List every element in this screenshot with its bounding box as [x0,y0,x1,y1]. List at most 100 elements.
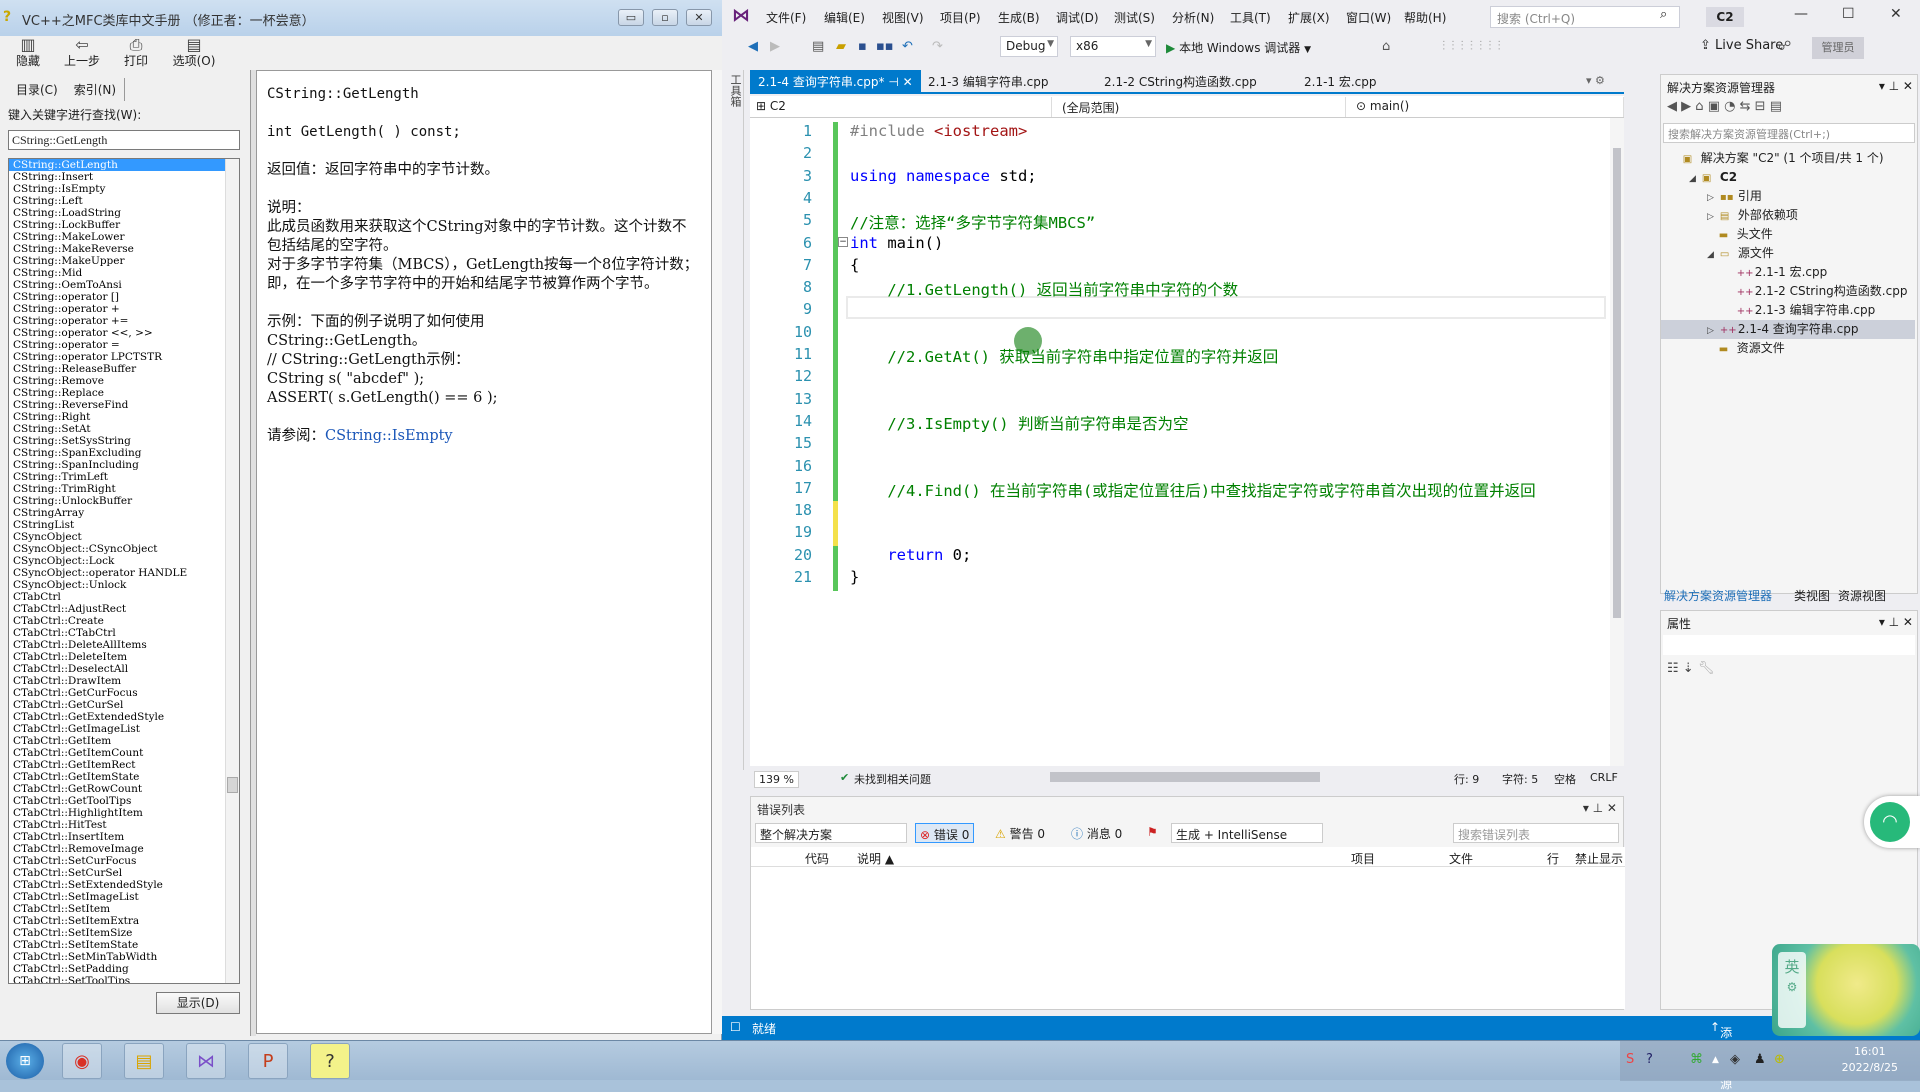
back-button[interactable]: ⇦ 上一步 [58,36,106,70]
index-list-item[interactable]: CTabCtrl::DrawItem [9,675,239,687]
tab-contents[interactable]: 目录(C) [8,78,66,101]
solution-tree-node[interactable]: ▬ 资源文件 [1707,339,1785,358]
redo-icon[interactable]: ↷ [932,39,943,54]
index-list-item[interactable]: CString::MakeLower [9,231,239,243]
document-tab[interactable]: 2.1-1 宏.cpp [1296,70,1385,92]
index-list-item[interactable]: CString::operator = [9,339,239,351]
solution-tree-node[interactable]: ++2.1-2 CString构造函数.cpp [1725,282,1908,301]
hide-button[interactable]: ▥ 隐藏 [4,36,52,70]
index-list-item[interactable]: CTabCtrl::GetImageList [9,723,239,735]
index-list-item[interactable]: CTabCtrl::AdjustRect [9,603,239,615]
menu-item[interactable]: 视图(V) [882,9,924,26]
index-list-item[interactable]: CTabCtrl::SetItemExtra [9,915,239,927]
code-line[interactable]: //4.Find() 在当前字符串(或指定位置往后)中查找指定字符或字符串首次出… [850,479,1535,501]
menu-item[interactable]: 文件(F) [766,9,806,26]
ime-widget[interactable]: 英 ⚙ [1772,944,1920,1036]
index-list-item[interactable]: CString::SpanIncluding [9,459,239,471]
issues-status[interactable]: 未找到相关问题 [854,771,931,787]
index-list-item[interactable]: CTabCtrl::GetExtendedStyle [9,711,239,723]
index-list-item[interactable]: CSyncObject::CSyncObject [9,543,239,555]
expand-toggle-icon[interactable] [1707,231,1713,241]
index-list-item[interactable]: CTabCtrl::SetCurFocus [9,855,239,867]
keyword-input[interactable]: CString::GetLength [8,130,240,150]
pending-changes-icon[interactable]: ◔ [1724,99,1735,114]
index-list-item[interactable]: CString::TrimLeft [9,471,239,483]
panel-controls-icon[interactable]: ▾ ⊥ ✕ [1879,615,1913,629]
index-list-item[interactable]: CTabCtrl::RemoveImage [9,843,239,855]
index-list-item[interactable]: CString::operator + [9,303,239,315]
menu-item[interactable]: 分析(N) [1172,9,1214,26]
code-line[interactable]: { [850,256,859,274]
index-list-item[interactable]: CString::Remove [9,375,239,387]
tab-resource-view[interactable]: 资源视图 [1838,587,1886,604]
index-list-item[interactable]: CString::Left [9,195,239,207]
close-button[interactable]: ✕ [686,9,712,26]
index-list-item[interactable]: CTabCtrl::SetItemState [9,939,239,951]
index-list-item[interactable]: CString::SpanExcluding [9,447,239,459]
show-button[interactable]: 显示(D) [156,992,240,1014]
code-line[interactable]: int main() [850,234,943,252]
index-list-item[interactable]: CTabCtrl::GetCurSel [9,699,239,711]
wifi-widget[interactable]: ◠ [1864,796,1920,848]
toolbox-side-tab[interactable]: 工具箱 [726,70,744,770]
solution-tree-node[interactable]: ++2.1-1 宏.cpp [1725,263,1828,282]
code-line[interactable]: using namespace std; [850,167,1037,185]
undo-icon[interactable]: ↶ [902,39,913,54]
menu-item[interactable]: 扩展(X) [1288,9,1330,26]
see-also-link[interactable]: CString::IsEmpty [325,428,453,444]
index-list-item[interactable]: CString::operator [] [9,291,239,303]
index-list-item[interactable]: CString::LoadString [9,207,239,219]
index-list-item[interactable]: CString::ReleaseBuffer [9,363,239,375]
index-list-item[interactable]: CTabCtrl::GetRowCount [9,783,239,795]
index-list-item[interactable]: CTabCtrl::GetItemState [9,771,239,783]
index-list-item[interactable]: CString::ReverseFind [9,399,239,411]
new-item-icon[interactable]: ▤ [812,39,824,54]
index-list-item[interactable]: CTabCtrl::SetItemSize [9,927,239,939]
solution-tree-node[interactable]: ◢ ▭ 源文件 [1707,244,1774,263]
expand-toggle-icon[interactable]: ◢ [1707,250,1714,260]
index-list-item[interactable]: CTabCtrl::Create [9,615,239,627]
column-file[interactable]: 文件 [1449,850,1473,867]
messages-filter-button[interactable]: ⓘ 消息 0 [1067,823,1126,843]
solution-search-input[interactable]: 搜索解决方案资源管理器(Ctrl+;) [1663,123,1915,143]
index-list-item[interactable]: CTabCtrl [9,591,239,603]
index-list-item[interactable]: CTabCtrl::DeselectAll [9,663,239,675]
expand-toggle-icon[interactable] [1725,269,1731,279]
menu-item[interactable]: 项目(P) [940,9,981,26]
errors-filter-button[interactable]: ⊗ 错误 0 [915,823,975,843]
index-list-item[interactable]: CString::Insert [9,171,239,183]
switch-views-icon[interactable]: ▣ [1708,99,1720,114]
maximize-button[interactable]: ☐ [1842,6,1855,22]
menu-item[interactable]: 生成(B) [998,9,1040,26]
expand-toggle-icon[interactable]: ▷ [1707,212,1714,222]
index-list-item[interactable]: CTabCtrl::SetCurSel [9,867,239,879]
options-button[interactable]: ▤ 选项(O) [166,36,222,70]
panel-controls-icon[interactable]: ▾ ⊥ ✕ [1583,801,1617,815]
index-list-item[interactable]: CString::IsEmpty [9,183,239,195]
column-description[interactable]: 说明 ▲ [857,850,894,867]
index-list-item[interactable]: CSyncObject::Lock [9,555,239,567]
back-icon[interactable]: ◀ [1667,99,1677,114]
property-pages-icon[interactable]: 🔧︎ [1698,661,1715,676]
filter-icon[interactable]: ⚑ [1143,823,1162,843]
live-share-button[interactable]: ⇪ Live Share [1700,38,1783,53]
index-list-item[interactable]: CTabCtrl::GetToolTips [9,795,239,807]
menu-item[interactable]: 窗口(W) [1346,9,1391,26]
index-list-item[interactable]: CString::SetAt [9,423,239,435]
alphabetical-icon[interactable]: ⇣ [1683,661,1694,676]
index-list-item[interactable]: CTabCtrl::GetItemRect [9,759,239,771]
document-tab[interactable]: 2.1-2 CString构造函数.cpp [1096,70,1265,92]
solution-config-icon[interactable]: ⌂ [1382,39,1390,54]
whitespace-indicator[interactable]: 空格 [1554,771,1576,787]
index-list-item[interactable]: CString::Right [9,411,239,423]
solution-tree-node[interactable]: ◢ ▣ C2 [1689,168,1737,187]
index-list-item[interactable]: CTabCtrl::SetToolTips [9,975,239,983]
navigate-forward-icon[interactable]: ▶ [770,39,780,54]
scrollbar-thumb[interactable] [227,777,238,793]
warnings-filter-button[interactable]: ⚠ 警告 0 [991,823,1049,843]
zoom-level-dropdown[interactable]: 139 % [754,771,799,788]
expand-toggle-icon[interactable] [1725,288,1731,298]
code-line[interactable]: } [850,568,859,586]
expand-toggle-icon[interactable] [1725,307,1731,317]
open-file-icon[interactable]: ▰ [836,39,846,54]
